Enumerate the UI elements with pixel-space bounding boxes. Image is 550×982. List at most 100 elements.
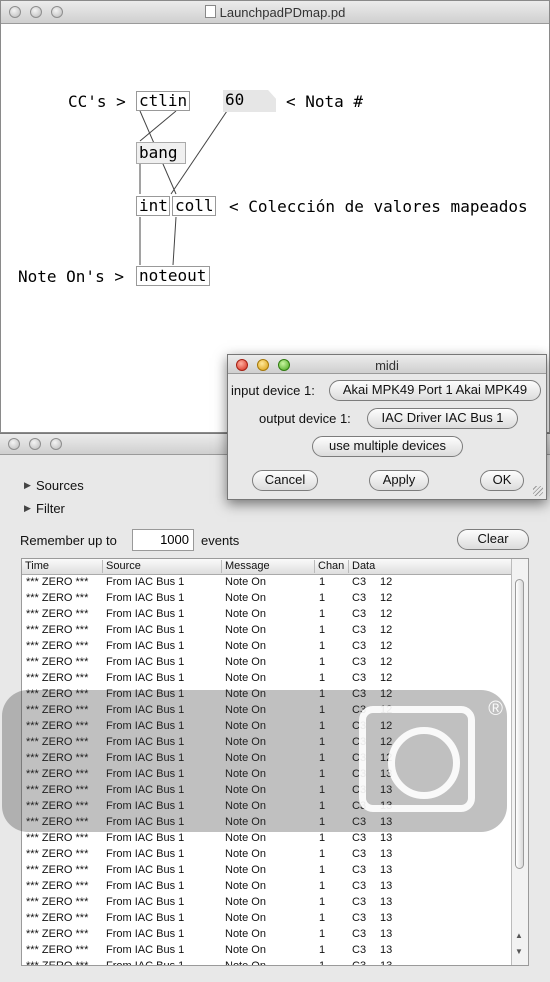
remember-count-field[interactable]: 1000 [132, 529, 194, 551]
cell-data-note: C3 [352, 672, 367, 684]
use-multiple-devices-button[interactable]: use multiple devices [312, 436, 463, 457]
table-row[interactable]: *** ZERO *** From IAC Bus 1 Note On 1 C3 13 [22, 830, 512, 846]
object-noteout[interactable]: noteout [136, 266, 210, 286]
cell-time: *** ZERO *** [26, 928, 89, 940]
scroll-down-arrow-icon[interactable]: ▼ [515, 947, 523, 956]
cell-data-value: 12 [380, 672, 393, 684]
cell-message: Note On [225, 592, 266, 604]
table-row[interactable]: *** ZERO *** From IAC Bus 1 Note On 1 C3 13 [22, 926, 512, 942]
object-coll[interactable]: coll [172, 196, 216, 216]
column-header-data[interactable]: Data [348, 560, 375, 573]
table-row[interactable]: *** ZERO *** From IAC Bus 1 Note On 1 C3 12 [22, 654, 512, 670]
zoom-window-button[interactable] [50, 438, 62, 450]
cell-chan: 1 [319, 928, 326, 940]
scrollbar-thumb[interactable] [515, 579, 524, 869]
table-row[interactable]: *** ZERO *** From IAC Bus 1 Note On 1 C3 13 [22, 846, 512, 862]
cell-data-note: C3 [352, 944, 367, 956]
cell-source: From IAC Bus 1 [106, 896, 185, 908]
cell-message: Note On [225, 896, 266, 908]
disclosure-triangle-icon[interactable]: ▶ [24, 503, 31, 514]
cell-time: *** ZERO *** [26, 896, 89, 908]
cell-chan: 1 [319, 608, 326, 620]
object-int[interactable]: int [136, 196, 170, 216]
cell-chan: 1 [319, 960, 326, 966]
column-header-message[interactable]: Message [221, 560, 270, 573]
cell-message: Note On [225, 928, 266, 940]
column-header-source[interactable]: Source [102, 560, 141, 573]
close-window-button[interactable] [8, 438, 20, 450]
cell-data-note: C3 [352, 896, 367, 908]
cell-source: From IAC Bus 1 [106, 672, 185, 684]
cell-data-note: C3 [352, 864, 367, 876]
input-device-select[interactable]: Akai MPK49 Port 1 Akai MPK49 [329, 380, 541, 401]
cell-source: From IAC Bus 1 [106, 848, 185, 860]
table-row[interactable]: *** ZERO *** From IAC Bus 1 Note On 1 C3 12 [22, 638, 512, 654]
cell-chan: 1 [319, 944, 326, 956]
table-row[interactable]: *** ZERO *** From IAC Bus 1 Note On 1 C3 12 [22, 622, 512, 638]
cancel-button[interactable]: Cancel [252, 470, 318, 491]
table-row[interactable]: *** ZERO *** From IAC Bus 1 Note On 1 C3 13 [22, 862, 512, 878]
cell-data-note: C3 [352, 592, 367, 604]
table-row[interactable]: *** ZERO *** From IAC Bus 1 Note On 1 C3 12 [22, 590, 512, 606]
table-row[interactable]: *** ZERO *** From IAC Bus 1 Note On 1 C3 12 [22, 670, 512, 686]
cell-data-value: 13 [380, 880, 393, 892]
ok-button[interactable]: OK [480, 470, 524, 491]
sources-label[interactable]: Sources [36, 478, 84, 493]
table-header: Time Source Message Chan Data [22, 559, 512, 575]
midi-dialog-title-bar[interactable]: midi [228, 355, 546, 374]
cell-data-note: C3 [352, 576, 367, 588]
cell-chan: 1 [319, 592, 326, 604]
vertical-scrollbar[interactable]: ▲ ▼ [511, 559, 528, 965]
cell-chan: 1 [319, 896, 326, 908]
cell-data-value: 13 [380, 912, 393, 924]
cell-data-note: C3 [352, 608, 367, 620]
table-row[interactable]: *** ZERO *** From IAC Bus 1 Note On 1 C3 13 [22, 910, 512, 926]
output-device-select[interactable]: IAC Driver IAC Bus 1 [367, 408, 518, 429]
cell-chan: 1 [319, 880, 326, 892]
midi-dialog-title: midi [375, 358, 399, 373]
cell-source: From IAC Bus 1 [106, 880, 185, 892]
cell-chan: 1 [319, 576, 326, 588]
column-header-time[interactable]: Time [22, 560, 49, 573]
column-header-chan[interactable]: Chan [314, 560, 344, 573]
cell-chan: 1 [319, 656, 326, 668]
number-box[interactable]: 60 [223, 90, 276, 112]
cell-source: From IAC Bus 1 [106, 608, 185, 620]
resize-grip-icon[interactable] [533, 486, 543, 496]
cell-message: Note On [225, 608, 266, 620]
filter-label[interactable]: Filter [36, 501, 65, 516]
table-row[interactable]: *** ZERO *** From IAC Bus 1 Note On 1 C3 13 [22, 958, 512, 966]
comment-coleccion: < Colección de valores mapeados [229, 197, 528, 216]
table-row[interactable]: *** ZERO *** From IAC Bus 1 Note On 1 C3 12 [22, 606, 512, 622]
cell-time: *** ZERO *** [26, 880, 89, 892]
cell-message: Note On [225, 880, 266, 892]
bang-box[interactable]: bang [136, 142, 186, 164]
cell-data-value: 12 [380, 608, 393, 620]
cell-message: Note On [225, 864, 266, 876]
cell-data-value: 12 [380, 592, 393, 604]
table-row[interactable]: *** ZERO *** From IAC Bus 1 Note On 1 C3 13 [22, 894, 512, 910]
cell-chan: 1 [319, 672, 326, 684]
table-row[interactable]: *** ZERO *** From IAC Bus 1 Note On 1 C3 13 [22, 878, 512, 894]
apply-button[interactable]: Apply [369, 470, 429, 491]
cell-source: From IAC Bus 1 [106, 960, 185, 966]
disclosure-triangle-icon[interactable]: ▶ [24, 480, 31, 491]
cord-ctlin-to-bang [139, 110, 177, 142]
table-row[interactable]: *** ZERO *** From IAC Bus 1 Note On 1 C3 12 [22, 574, 512, 590]
cell-source: From IAC Bus 1 [106, 576, 185, 588]
cell-source: From IAC Bus 1 [106, 624, 185, 636]
cell-message: Note On [225, 640, 266, 652]
cell-message: Note On [225, 960, 266, 966]
clear-button[interactable]: Clear [457, 529, 529, 550]
camera-icon [359, 706, 475, 812]
minimize-window-button[interactable] [29, 438, 41, 450]
cell-time: *** ZERO *** [26, 832, 89, 844]
object-ctlin[interactable]: ctlin [136, 91, 190, 111]
cell-time: *** ZERO *** [26, 624, 89, 636]
cell-data-note: C3 [352, 928, 367, 940]
cell-data-note: C3 [352, 640, 367, 652]
table-row[interactable]: *** ZERO *** From IAC Bus 1 Note On 1 C3 13 [22, 942, 512, 958]
cell-source: From IAC Bus 1 [106, 592, 185, 604]
scroll-up-arrow-icon[interactable]: ▲ [515, 931, 523, 940]
cell-data-value: 13 [380, 832, 393, 844]
